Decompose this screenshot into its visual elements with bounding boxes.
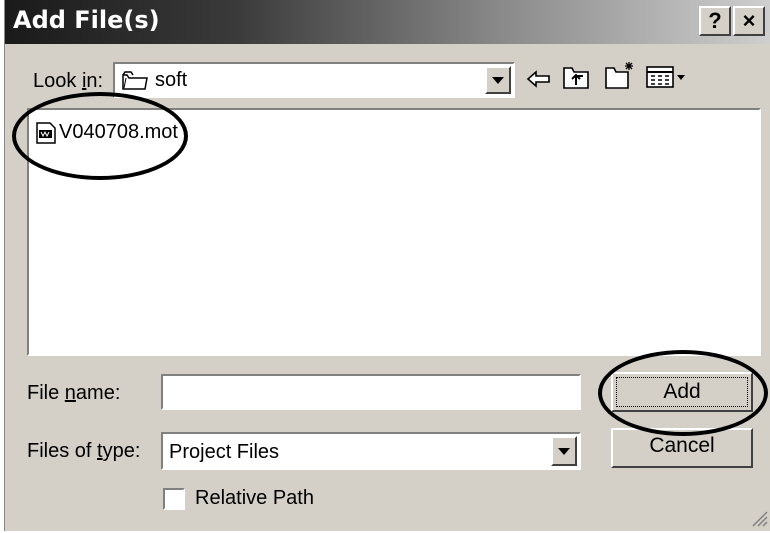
look-in-label: Look in: bbox=[33, 70, 104, 92]
view-menu-icon[interactable] bbox=[645, 64, 691, 95]
files-of-type-dropdown-button[interactable] bbox=[551, 436, 577, 466]
cancel-button[interactable]: Cancel bbox=[611, 428, 753, 468]
files-of-type-value: Project Files bbox=[169, 441, 280, 463]
add-files-dialog: Add File(s) ? × Look in: soft V040708.mo… bbox=[4, 0, 770, 531]
new-folder-icon[interactable] bbox=[603, 60, 637, 97]
look-in-combo[interactable]: soft bbox=[113, 62, 515, 98]
title-bar[interactable]: Add File(s) ? × bbox=[5, 0, 770, 44]
look-in-value: soft bbox=[155, 69, 188, 91]
back-arrow-icon[interactable] bbox=[525, 66, 553, 97]
help-button[interactable]: ? bbox=[699, 6, 731, 36]
window-title: Add File(s) bbox=[13, 6, 160, 34]
relative-path-label: Relative Path bbox=[195, 487, 314, 509]
add-button[interactable]: Add bbox=[611, 372, 753, 412]
cancel-button-label: Cancel bbox=[649, 434, 715, 457]
folder-icon bbox=[121, 69, 149, 96]
close-button[interactable]: × bbox=[733, 6, 765, 36]
file-list[interactable]: V040708.mot bbox=[27, 108, 761, 356]
files-of-type-label: Files of type: bbox=[27, 440, 141, 462]
file-name-label-text: File name: bbox=[27, 382, 121, 404]
resize-grip-icon[interactable] bbox=[749, 508, 769, 533]
relative-path-checkbox[interactable] bbox=[163, 488, 185, 510]
mot-file-icon bbox=[35, 122, 57, 149]
add-button-label: Add bbox=[663, 380, 701, 403]
look-in-dropdown-button[interactable] bbox=[485, 66, 511, 94]
file-name-input[interactable] bbox=[161, 374, 581, 410]
files-of-type-select[interactable]: Project Files bbox=[161, 432, 581, 470]
up-folder-icon[interactable] bbox=[561, 64, 591, 97]
file-name-label: V040708.mot bbox=[59, 121, 178, 143]
